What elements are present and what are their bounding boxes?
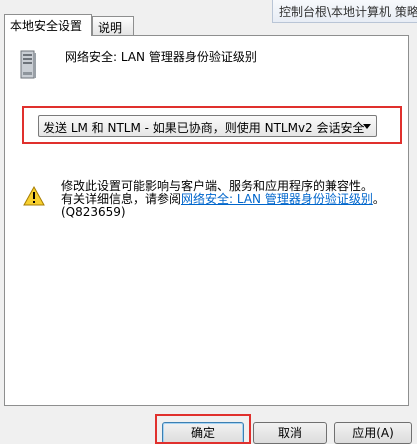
tab-label: 说明	[98, 21, 123, 35]
server-icon	[20, 50, 36, 79]
tab-label: 本地安全设置	[10, 19, 83, 33]
policy-title: 网络安全: LAN 管理器身份验证级别	[65, 50, 257, 64]
apply-button[interactable]: 应用(A)	[334, 422, 412, 444]
warning-icon	[23, 186, 45, 206]
compatibility-warning: 修改此设置可能影响与客户端、服务和应用程序的兼容性。 有关详细信息，请参阅网络安…	[61, 180, 391, 219]
cancel-button[interactable]: 取消	[253, 422, 327, 444]
dropdown-highlight-box	[22, 106, 402, 144]
kb-reference: (Q823659)	[61, 205, 126, 219]
background-window-breadcrumb: 控制台根\本地计算机 策略	[272, 0, 417, 23]
warning-prefix: 有关详细信息，请参阅	[61, 192, 182, 206]
breadcrumb-text: 控制台根\本地计算机 策略	[279, 5, 417, 19]
tab-explain[interactable]: 说明	[92, 16, 134, 36]
ok-button-highlight-box	[155, 414, 251, 444]
warning-suffix: 。	[372, 192, 385, 206]
tab-local-security-setting[interactable]: 本地安全设置	[4, 14, 92, 36]
settings-panel: 网络安全: LAN 管理器身份验证级别 发送 LM 和 NTLM - 如果已协商…	[4, 35, 409, 406]
more-info-link[interactable]: 网络安全: LAN 管理器身份验证级别	[181, 192, 373, 206]
